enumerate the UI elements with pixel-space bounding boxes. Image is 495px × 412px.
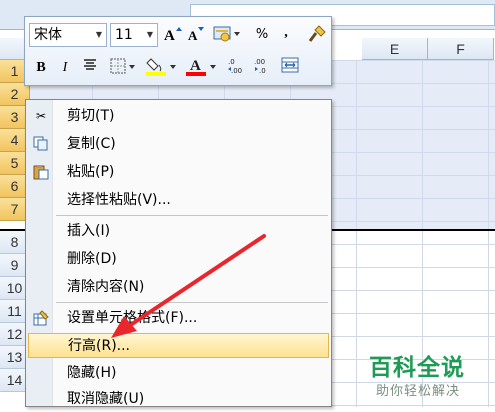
red-arrow-annotation [111,234,266,338]
watermark-title: 百科全说 [369,355,465,381]
watermark-subtitle: 助你轻松解决 [376,384,461,399]
watermark-logo: 百科全说 助你轻松解决 [362,348,492,404]
